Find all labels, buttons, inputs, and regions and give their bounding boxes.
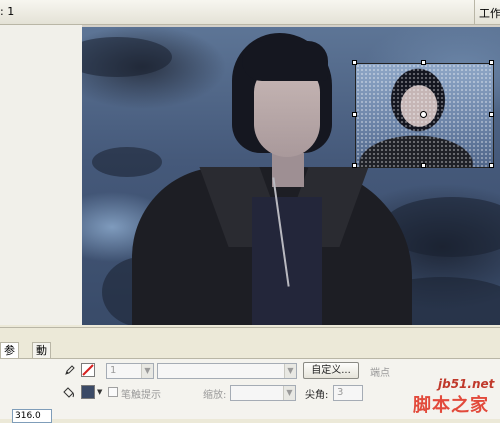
watermark-name: 脚本之家 — [413, 395, 489, 416]
tab-actions[interactable]: 動作 — [32, 342, 51, 372]
pasteboard — [0, 25, 82, 325]
figure-shirt — [252, 197, 322, 325]
pencil-icon — [64, 364, 76, 376]
stroke-hint-checkbox[interactable] — [108, 387, 118, 397]
registration-point[interactable] — [420, 111, 427, 118]
transform-handle-right[interactable] — [489, 112, 494, 117]
corner-field[interactable]: 3 — [333, 385, 363, 401]
transform-handle-bottom-right[interactable] — [489, 163, 494, 168]
cloud-shape — [92, 147, 162, 177]
tab-parameters[interactable]: 参数 — [0, 342, 19, 372]
transform-handle-top[interactable] — [421, 60, 426, 65]
chevron-down-icon[interactable]: ▼ — [283, 386, 295, 400]
stroke-hint-label: 笔触提示 — [121, 390, 161, 401]
corner-label: 尖角: — [305, 390, 329, 401]
transform-handle-bottom-left[interactable] — [352, 163, 357, 168]
stroke-color-swatch[interactable] — [81, 363, 95, 377]
stroke-width-field[interactable]: 1 ▼ — [106, 363, 154, 379]
custom-stroke-button[interactable]: 自定义... — [303, 362, 359, 379]
transform-handle-top-right[interactable] — [489, 60, 494, 65]
transform-handle-top-left[interactable] — [352, 60, 357, 65]
stroke-width-value: 1 — [110, 365, 117, 376]
fill-menu-icon[interactable]: ▼ — [97, 389, 103, 396]
cloud-shape — [82, 37, 172, 77]
stage-area — [0, 25, 500, 325]
stroke-style-dropdown[interactable]: ▼ — [157, 363, 297, 379]
scene-label: : 1 — [0, 5, 15, 18]
scale-label: 缩放: — [203, 390, 227, 401]
width-field[interactable]: 316.0 — [12, 409, 52, 423]
scale-dropdown[interactable]: ▼ — [230, 385, 296, 401]
transform-handle-left[interactable] — [352, 112, 357, 117]
figure-bangs — [242, 41, 328, 81]
paint-bucket-icon — [62, 386, 75, 399]
document-title-bar: : 1 工作 — [0, 0, 500, 25]
transform-handle-bottom[interactable] — [421, 163, 426, 168]
chevron-down-icon[interactable]: ▼ — [284, 364, 296, 378]
watermark-site: jb51.net — [438, 377, 495, 391]
chevron-down-icon[interactable]: ▼ — [141, 364, 153, 378]
endpoint-label: 端点 — [370, 368, 390, 379]
workspace-menu[interactable]: 工作 — [479, 5, 500, 21]
title-bar-divider — [474, 0, 475, 24]
fill-color-swatch[interactable] — [81, 385, 95, 399]
